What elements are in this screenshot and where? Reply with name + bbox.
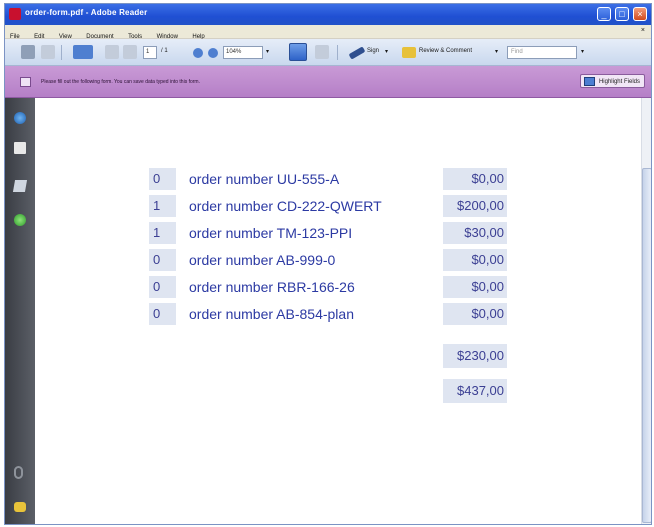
price-field: $0,00 — [443, 276, 507, 298]
document-close-button[interactable]: × — [641, 27, 645, 34]
quantity-field[interactable]: 1 — [149, 222, 176, 244]
vertical-scrollbar[interactable] — [641, 98, 651, 524]
highlight-fields-label: Highlight Fields — [598, 79, 640, 85]
email-icon[interactable] — [41, 45, 55, 59]
order-row: 0 order number UU-555-A $0,00 — [35, 168, 651, 190]
review-comment-icon — [402, 47, 416, 58]
order-row: 0 order number RBR-166-26 $0,00 — [35, 276, 651, 298]
previous-page-icon[interactable] — [105, 45, 119, 59]
globe-icon[interactable] — [14, 112, 26, 124]
title-bar: order-form.pdf - Adobe Reader _ □ × — [5, 4, 651, 25]
review-comment-button[interactable]: Review & Comment — [419, 48, 472, 54]
menu-bar: File Edit View Document Tools Window Hel… — [5, 25, 651, 40]
message-text: Please fill out the following form. You … — [41, 79, 200, 85]
save-icon[interactable] — [289, 43, 307, 61]
document-page: 0 order number UU-555-A $0,00 1 order nu… — [35, 98, 651, 524]
order-label: order number CD-222-QWERT — [189, 198, 382, 214]
zoom-select[interactable]: 104% — [223, 46, 263, 59]
quantity-field[interactable]: 0 — [149, 276, 176, 298]
toolbar-separator — [61, 45, 62, 60]
navigation-pane — [5, 98, 35, 524]
maximize-button[interactable]: □ — [615, 7, 629, 21]
order-label: order number UU-555-A — [189, 171, 340, 187]
sign-button[interactable]: Sign — [367, 48, 379, 54]
grand-total-field: $437,00 — [443, 379, 507, 403]
close-button[interactable]: × — [633, 7, 647, 21]
quantity-field[interactable]: 1 — [149, 195, 176, 217]
pages-icon[interactable] — [14, 142, 26, 154]
page-total: / 1 — [161, 48, 168, 54]
attachments-icon[interactable] — [14, 214, 26, 226]
order-label: order number TM-123-PPI — [189, 225, 353, 241]
quantity-field[interactable]: 0 — [149, 249, 176, 271]
chevron-down-icon[interactable]: ▾ — [495, 48, 498, 55]
highlight-fields-button[interactable]: Highlight Fields — [579, 74, 645, 88]
quantity-field[interactable]: 0 — [149, 303, 176, 325]
next-page-icon[interactable] — [123, 45, 137, 59]
chevron-down-icon[interactable]: ▾ — [266, 48, 269, 55]
price-field: $0,00 — [443, 168, 507, 190]
fit-page-icon[interactable] — [315, 45, 329, 59]
document-message-bar: Please fill out the following form. You … — [5, 66, 651, 98]
toolbar-separator — [337, 45, 338, 60]
order-row: 0 order number AB-854-plan $0,00 — [35, 303, 651, 325]
order-row: 1 order number CD-222-QWERT $200,00 — [35, 195, 651, 217]
chevron-down-icon[interactable]: ▾ — [385, 48, 388, 55]
order-row: 0 order number AB-999-0 $0,00 — [35, 249, 651, 271]
comments-icon[interactable] — [14, 502, 26, 512]
price-field: $0,00 — [443, 249, 507, 271]
order-label: order number AB-999-0 — [189, 252, 336, 268]
search-input[interactable]: Find — [507, 46, 577, 59]
zoom-out-icon[interactable] — [193, 48, 203, 58]
order-row: 1 order number TM-123-PPI $30,00 — [35, 222, 651, 244]
price-field: $30,00 — [443, 222, 507, 244]
print-icon[interactable] — [21, 45, 35, 59]
price-field: $200,00 — [443, 195, 507, 217]
order-label: order number RBR-166-26 — [189, 279, 355, 295]
order-label: order number AB-854-plan — [189, 306, 354, 322]
paperclip-icon[interactable] — [14, 466, 23, 479]
adobe-reader-icon — [9, 8, 21, 20]
form-icon — [20, 77, 31, 87]
highlight-fields-icon — [583, 77, 595, 86]
zoom-in-icon[interactable] — [208, 48, 218, 58]
search-dropdown-icon[interactable]: ▾ — [581, 48, 584, 55]
scrollbar-thumb[interactable] — [642, 168, 651, 523]
minimize-button[interactable]: _ — [597, 7, 611, 21]
window-title: order-form.pdf - Adobe Reader — [25, 8, 148, 17]
page-number-input[interactable]: 1 — [143, 46, 157, 59]
signatures-icon[interactable] — [12, 180, 28, 192]
pen-icon[interactable] — [348, 46, 366, 60]
reader-window: order-form.pdf - Adobe Reader _ □ × File… — [4, 3, 652, 525]
toolbar: 1 / 1 104% ▾ Sign ▾ Review & Comment ▾ F… — [5, 39, 651, 66]
hand-tool-icon[interactable] — [73, 45, 93, 59]
price-field: $0,00 — [443, 303, 507, 325]
subtotal-field: $230,00 — [443, 344, 507, 368]
quantity-field[interactable]: 0 — [149, 168, 176, 190]
